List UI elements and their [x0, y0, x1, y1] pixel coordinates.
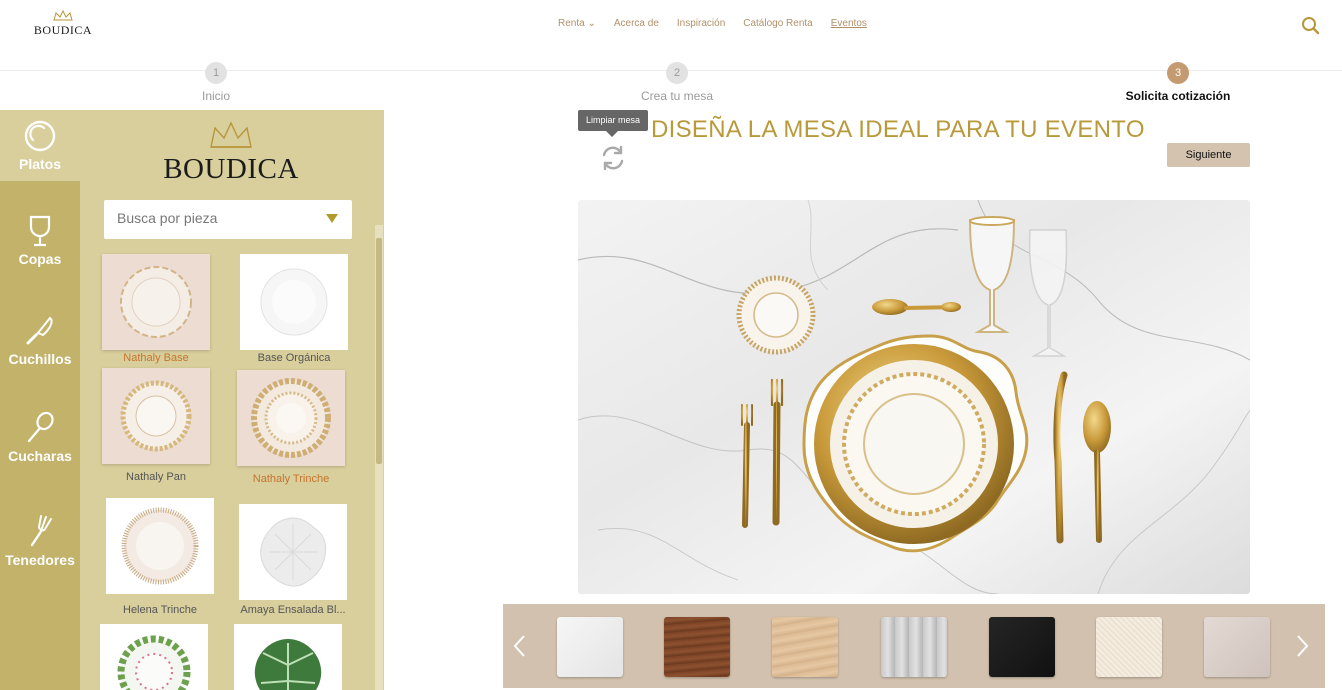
category-label: Tenedores [5, 552, 75, 568]
site-header: BOUDICA Renta ⌄ Acerca de Inspiración Ca… [0, 0, 1342, 71]
plate-icon [24, 120, 56, 152]
texture-swatch-white[interactable] [557, 617, 623, 677]
product-card[interactable]: Amaya Ensalada Bl... [239, 504, 347, 616]
category-label: Copas [18, 251, 62, 267]
step-solicita-cotizacion[interactable]: 3 Solicita cotización [1108, 62, 1248, 103]
chevron-left-icon[interactable] [512, 634, 526, 658]
texture-carousel [503, 604, 1325, 688]
nav-eventos[interactable]: Eventos [831, 18, 867, 29]
product-image [239, 504, 347, 600]
product-card[interactable] [100, 624, 208, 690]
nav-acerca[interactable]: Acerca de [614, 18, 659, 29]
search-icon[interactable] [1301, 16, 1321, 36]
product-name: Nathaly Pan [126, 471, 186, 483]
category-label: Cuchillos [8, 351, 72, 367]
step-number: 3 [1167, 62, 1189, 84]
product-image [237, 370, 345, 466]
crown-icon [210, 121, 252, 148]
texture-swatch-linen[interactable] [1096, 617, 1162, 677]
page: BOUDICA Renta ⌄ Acerca de Inspiración Ca… [0, 0, 1342, 690]
category-tenedores[interactable]: Tenedores [0, 512, 80, 568]
piece-search-select[interactable]: Busca por pieza [104, 200, 352, 239]
refresh-icon[interactable] [599, 144, 627, 172]
site-logo[interactable]: BOUDICA [33, 10, 93, 38]
product-panel: BOUDICA Busca por pieza Nathaly Base Bas… [80, 110, 384, 690]
chevron-down-icon: ⌄ [587, 18, 596, 29]
step-label: Crea tu mesa [640, 89, 714, 103]
category-copas[interactable]: Copas [0, 215, 80, 267]
piece-search-placeholder: Busca por pieza [117, 210, 218, 226]
texture-swatch-dark-wood[interactable] [664, 617, 730, 677]
step-label: Solicita cotización [1125, 89, 1231, 103]
chevron-right-icon[interactable] [1296, 634, 1310, 658]
product-name: Base Orgánica [257, 352, 331, 364]
product-name: Nathaly Base [123, 352, 189, 364]
texture-swatch-grey-wood[interactable] [881, 617, 947, 677]
step-crea-tu-mesa[interactable]: 2 Crea tu mesa [607, 62, 747, 103]
product-card[interactable]: Nathaly Trinche [237, 370, 345, 485]
texture-swatch-light-wood[interactable] [772, 617, 838, 677]
panel-logo-text: BOUDICA [163, 153, 299, 185]
table-setting-image [578, 200, 1250, 594]
main-nav: Renta ⌄ Acerca de Inspiración Catálogo R… [558, 18, 867, 29]
product-image [102, 254, 210, 350]
glass-icon [29, 215, 51, 247]
product-image [102, 368, 210, 464]
product-image [240, 254, 348, 350]
product-card[interactable] [234, 624, 342, 690]
texture-swatch-black[interactable] [989, 617, 1055, 677]
category-cuchillos[interactable]: Cuchillos [0, 315, 80, 367]
product-image [234, 624, 342, 690]
category-rail: Platos Copas Cuchillos Cucharas Tenedore… [0, 110, 80, 690]
product-card[interactable]: Nathaly Base [102, 254, 210, 364]
product-name: Amaya Ensalada Bl... [240, 604, 346, 616]
category-platos[interactable]: Platos [0, 110, 80, 181]
page-title: DISEÑA LA MESA IDEAL PARA TU EVENTO [651, 116, 1145, 143]
table-preview [578, 200, 1250, 594]
step-number: 1 [205, 62, 227, 84]
category-label: Platos [18, 156, 61, 172]
product-name: Helena Trinche [123, 604, 197, 616]
category-label: Cucharas [8, 448, 72, 464]
step-label: Inicio [201, 89, 230, 103]
nav-renta[interactable]: Renta ⌄ [558, 18, 596, 29]
nav-inspiracion[interactable]: Inspiración [677, 18, 725, 29]
product-card[interactable]: Helena Trinche [106, 498, 214, 616]
product-name: Nathaly Trinche [252, 473, 330, 485]
fork-icon [30, 515, 52, 547]
texture-swatch-pink-marble[interactable] [1204, 617, 1270, 677]
clear-table-tooltip: Limpiar mesa [578, 110, 648, 137]
crown-icon [53, 10, 73, 21]
product-card[interactable]: Base Orgánica [240, 254, 348, 364]
caret-down-icon [326, 214, 338, 223]
nav-catalogo[interactable]: Catálogo Renta [743, 18, 813, 29]
step-number: 2 [666, 62, 688, 84]
spoon-icon [27, 411, 54, 443]
product-image [100, 624, 208, 690]
product-image [106, 498, 214, 594]
nav-renta-label: Renta [558, 18, 585, 29]
category-cucharas[interactable]: Cucharas [0, 410, 80, 464]
panel-logo: BOUDICA [160, 120, 302, 186]
product-card[interactable]: Nathaly Pan [102, 368, 210, 483]
knife-icon [26, 316, 53, 345]
step-inicio[interactable]: 1 Inicio [146, 62, 286, 103]
logo-text: BOUDICA [33, 23, 93, 37]
scrollbar-thumb[interactable] [376, 238, 382, 464]
next-button[interactable]: Siguiente [1167, 143, 1250, 167]
